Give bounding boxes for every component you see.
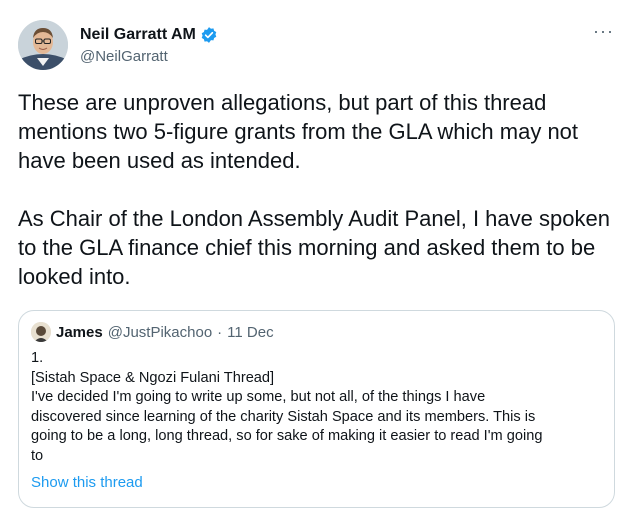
quoted-tweet-header: James @JustPikachoo · 11 Dec (31, 321, 602, 343)
more-options-icon[interactable]: ··· (593, 22, 614, 40)
tweet-text: These are unproven allegations, but part… (18, 88, 618, 291)
separator-dot: · (217, 323, 223, 341)
profile-photo-icon (18, 20, 68, 70)
tweet-paragraph: As Chair of the London Assembly Audit Pa… (18, 206, 610, 289)
quoted-handle[interactable]: @JustPikachoo (108, 324, 212, 341)
tweet-header: Neil Garratt AM @NeilGarratt ··· (18, 20, 620, 74)
quoted-line: to (31, 447, 44, 464)
quoted-tweet-text: 1. [Sistah Space & Ngozi Fulani Thread] … (31, 349, 602, 466)
display-name[interactable]: Neil Garratt AM (80, 26, 196, 44)
quoted-avatar (31, 322, 51, 342)
tweet: Neil Garratt AM @NeilGarratt ··· These a… (0, 0, 634, 527)
name-row: Neil Garratt AM (80, 26, 218, 44)
quoted-profile-icon (31, 322, 51, 342)
quoted-line: discovered since learning of the charity… (31, 408, 536, 425)
author-info: Neil Garratt AM @NeilGarratt (80, 26, 218, 65)
avatar[interactable] (18, 20, 68, 70)
quoted-display-name[interactable]: James (56, 324, 103, 341)
verified-badge-icon (200, 26, 218, 44)
author-handle[interactable]: @NeilGarratt (80, 48, 218, 65)
tweet-paragraph: These are unproven allegations, but part… (18, 90, 579, 173)
show-thread-link[interactable]: Show this thread (31, 474, 602, 491)
quoted-line: 1. (31, 350, 44, 366)
quoted-tweet[interactable]: James @JustPikachoo · 11 Dec 1. [Sistah … (18, 310, 615, 508)
quoted-line: going to be a long, long thread, so for … (31, 428, 543, 444)
quoted-date[interactable]: 11 Dec (227, 324, 273, 341)
quoted-line: I've decided I'm going to write up some,… (31, 389, 486, 405)
quoted-line: [Sistah Space & Ngozi Fulani Thread] (31, 369, 275, 386)
